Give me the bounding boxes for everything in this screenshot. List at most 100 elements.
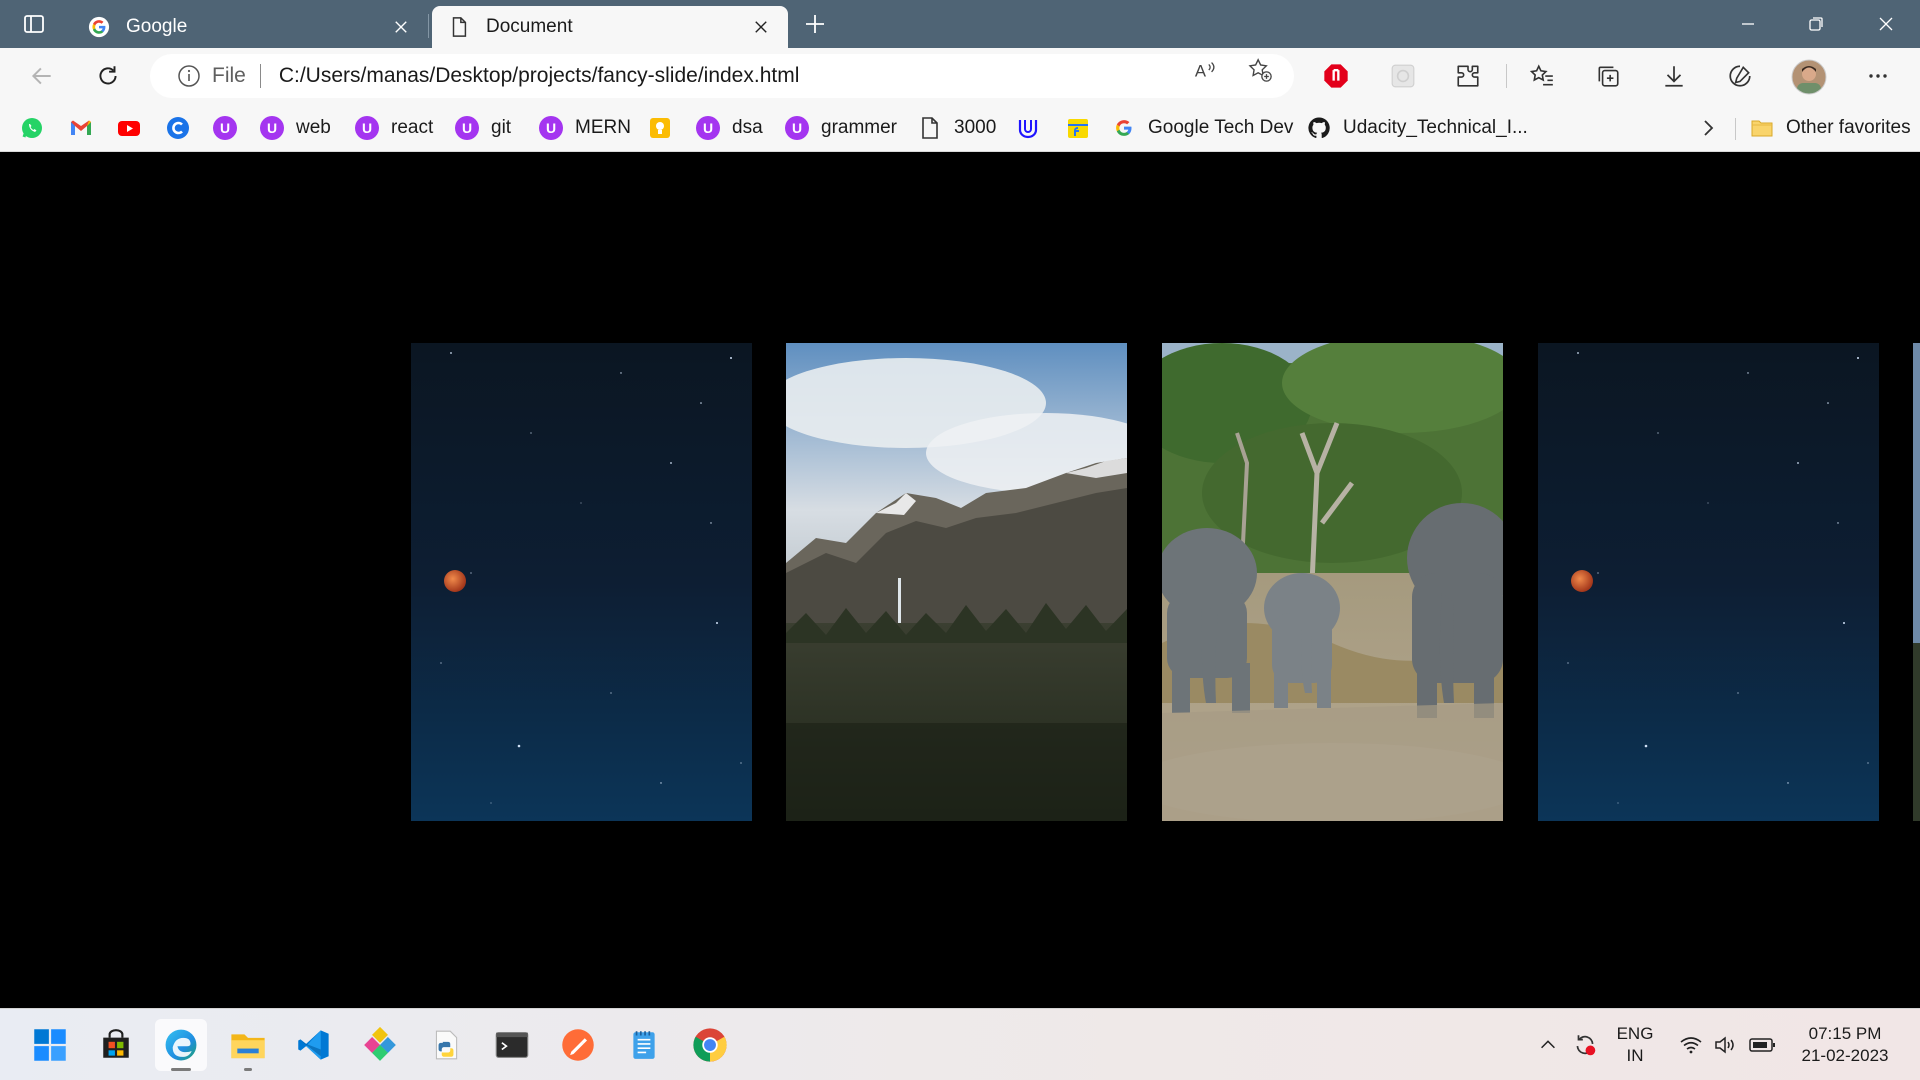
bookmark-flipkart[interactable] bbox=[1066, 114, 1090, 142]
svg-text:A: A bbox=[1195, 62, 1207, 81]
slide-night-sky-repeat[interactable] bbox=[1538, 343, 1879, 821]
bookmark-c-app[interactable] bbox=[166, 114, 190, 142]
wifi-icon[interactable] bbox=[1676, 1009, 1706, 1080]
udemy-icon: U bbox=[539, 116, 563, 140]
windows-start-icon[interactable] bbox=[24, 1019, 76, 1071]
bookmark-udacity-technical[interactable]: Udacity_Technical_I... bbox=[1307, 114, 1528, 142]
tab-document[interactable]: Document bbox=[432, 6, 788, 48]
profile-avatar[interactable] bbox=[1790, 58, 1828, 96]
close-tab-icon[interactable] bbox=[750, 16, 772, 38]
python-file-icon[interactable] bbox=[420, 1019, 472, 1071]
more-bookmarks-chevron-icon[interactable] bbox=[1696, 116, 1720, 140]
bookmark-udacity[interactable] bbox=[1016, 114, 1040, 142]
bookmark-dsa[interactable]: U dsa bbox=[696, 114, 763, 142]
udemy-icon: U bbox=[696, 116, 720, 140]
url-text[interactable]: C:/Users/manas/Desktop/projects/fancy-sl… bbox=[279, 64, 800, 88]
collections-icon[interactable] bbox=[1592, 60, 1624, 92]
night-sky-image bbox=[411, 343, 752, 821]
vscode-icon[interactable] bbox=[288, 1019, 340, 1071]
udemy-icon: U bbox=[213, 116, 237, 140]
favorites-bar: U U web U react U git U MERN U dsa U gra… bbox=[0, 104, 1920, 152]
bookmark-keep[interactable] bbox=[648, 114, 672, 142]
bookmark-git[interactable]: U git bbox=[455, 114, 511, 142]
minimize-icon[interactable] bbox=[1714, 0, 1782, 48]
battery-icon[interactable] bbox=[1746, 1009, 1780, 1080]
bookmark-label: grammer bbox=[821, 117, 898, 138]
edge-icon[interactable] bbox=[155, 1019, 207, 1071]
bookmark-label: web bbox=[296, 117, 331, 138]
git-tool-icon[interactable] bbox=[354, 1019, 406, 1071]
bookmark-react[interactable]: U react bbox=[355, 114, 433, 142]
add-favorite-icon[interactable] bbox=[1246, 56, 1274, 84]
new-tab-icon[interactable] bbox=[800, 11, 830, 37]
sync-alert-icon[interactable] bbox=[1570, 1009, 1600, 1080]
windows-taskbar: ENG IN 07:15 PM 21-02-2023 bbox=[0, 1008, 1920, 1080]
bookmark-label: Google Tech Dev bbox=[1148, 117, 1294, 138]
notepad-icon[interactable] bbox=[618, 1019, 670, 1071]
tab-actions-icon[interactable] bbox=[22, 12, 46, 36]
bookmark-youtube[interactable] bbox=[117, 114, 141, 142]
bookmark-label: react bbox=[391, 117, 434, 138]
document-icon bbox=[448, 16, 470, 38]
udemy-icon: U bbox=[785, 116, 809, 140]
tab-divider bbox=[428, 14, 429, 38]
udemy-icon: U bbox=[260, 116, 284, 140]
scheme-label: File bbox=[212, 64, 246, 87]
bookmark-label: Udacity_Technical_I... bbox=[1343, 117, 1528, 138]
tab-google[interactable]: Google bbox=[72, 6, 428, 48]
clock[interactable]: 07:15 PM 21-02-2023 bbox=[1790, 1023, 1900, 1067]
slide-elephants[interactable] bbox=[1162, 343, 1503, 821]
restore-icon[interactable] bbox=[1782, 0, 1850, 48]
show-hidden-icons-chevron-icon[interactable] bbox=[1536, 1009, 1560, 1080]
youtube-icon bbox=[117, 116, 141, 140]
microsoft-store-icon[interactable] bbox=[90, 1019, 142, 1071]
back-icon[interactable] bbox=[26, 60, 58, 92]
partial-slide-image bbox=[1913, 343, 1920, 821]
region-code: IN bbox=[1626, 1046, 1644, 1065]
slide-mountain-waterfall[interactable] bbox=[786, 343, 1127, 821]
read-aloud-icon[interactable]: A bbox=[1192, 56, 1220, 84]
bookmark-google-tech-dev[interactable]: Google Tech Dev bbox=[1112, 114, 1293, 142]
slide-partial[interactable] bbox=[1913, 343, 1920, 821]
input-language-indicator[interactable]: ENG IN bbox=[1610, 1023, 1660, 1067]
postman-icon[interactable] bbox=[552, 1019, 604, 1071]
bookmark-web[interactable]: U web bbox=[260, 114, 331, 142]
terminal-icon[interactable] bbox=[486, 1019, 538, 1071]
bookmark-whatsapp[interactable] bbox=[20, 114, 44, 142]
bookmark-label: 3000 bbox=[954, 117, 997, 138]
bookmark-mern[interactable]: U MERN bbox=[539, 114, 631, 142]
udemy-icon: U bbox=[455, 116, 479, 140]
other-favorites-folder[interactable]: Other favorites bbox=[1750, 114, 1911, 142]
close-tab-icon[interactable] bbox=[390, 16, 412, 38]
slide-night-sky[interactable] bbox=[411, 343, 752, 821]
volume-icon[interactable] bbox=[1710, 1009, 1740, 1080]
extension-placeholder-icon[interactable] bbox=[1387, 60, 1419, 92]
refresh-icon[interactable] bbox=[92, 60, 124, 92]
language-code: ENG bbox=[1616, 1024, 1654, 1043]
performance-icon[interactable] bbox=[1724, 60, 1756, 92]
bookmark-grammer[interactable]: U grammer bbox=[785, 114, 897, 142]
address-bar[interactable]: File C:/Users/manas/Desktop/projects/fan… bbox=[150, 54, 1294, 98]
extensions-icon[interactable] bbox=[1452, 60, 1484, 92]
bookmark-3000[interactable]: 3000 bbox=[918, 114, 996, 142]
downloads-icon[interactable] bbox=[1658, 60, 1690, 92]
tab-title: Document bbox=[486, 16, 573, 37]
close-window-icon[interactable] bbox=[1852, 0, 1920, 48]
more-icon[interactable] bbox=[1862, 60, 1894, 92]
whatsapp-icon bbox=[20, 116, 44, 140]
github-icon bbox=[1307, 116, 1331, 140]
adblock-icon[interactable] bbox=[1320, 60, 1352, 92]
active-indicator bbox=[171, 1068, 191, 1071]
chrome-icon[interactable] bbox=[684, 1019, 736, 1071]
bookmark-udemy[interactable]: U bbox=[213, 114, 237, 142]
gmail-icon bbox=[69, 116, 93, 140]
site-info-icon[interactable] bbox=[176, 63, 202, 89]
page-viewport bbox=[0, 152, 1920, 1008]
tab-title: Google bbox=[126, 16, 188, 37]
bookmark-gmail[interactable] bbox=[69, 114, 93, 142]
browser-toolbar: File C:/Users/manas/Desktop/projects/fan… bbox=[0, 48, 1920, 104]
google-icon bbox=[88, 16, 110, 38]
bookmark-label: dsa bbox=[732, 117, 763, 138]
favorites-icon[interactable] bbox=[1526, 60, 1558, 92]
file-explorer-icon[interactable] bbox=[222, 1019, 274, 1071]
